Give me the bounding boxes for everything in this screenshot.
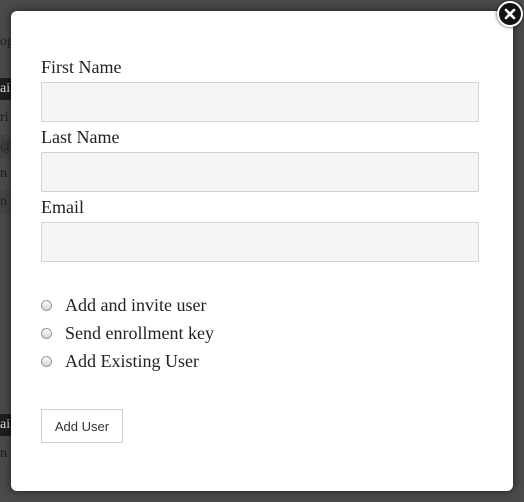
- radio-label: Add Existing User: [65, 350, 199, 371]
- radio-send-enrollment-key[interactable]: Send enrollment key: [41, 322, 214, 344]
- radio-button[interactable]: [41, 327, 52, 339]
- first-name-label: First Name: [41, 57, 122, 77]
- first-name-field[interactable]: [41, 82, 479, 122]
- email-field[interactable]: [41, 222, 479, 262]
- radio-label: Add and invite user: [65, 294, 207, 315]
- email-label: Email: [41, 197, 84, 217]
- radio-button[interactable]: [41, 355, 52, 367]
- last-name-field[interactable]: [41, 152, 479, 192]
- close-icon: [504, 8, 516, 20]
- add-user-button[interactable]: Add User: [41, 409, 123, 443]
- add-user-dialog: First Name Last Name Email Add and invit…: [11, 11, 513, 491]
- radio-label: Send enrollment key: [65, 322, 214, 343]
- radio-button[interactable]: [41, 299, 52, 311]
- radio-add-and-invite[interactable]: Add and invite user: [41, 294, 206, 316]
- radio-add-existing-user[interactable]: Add Existing User: [41, 350, 199, 372]
- last-name-label: Last Name: [41, 127, 120, 147]
- close-button[interactable]: [497, 1, 523, 27]
